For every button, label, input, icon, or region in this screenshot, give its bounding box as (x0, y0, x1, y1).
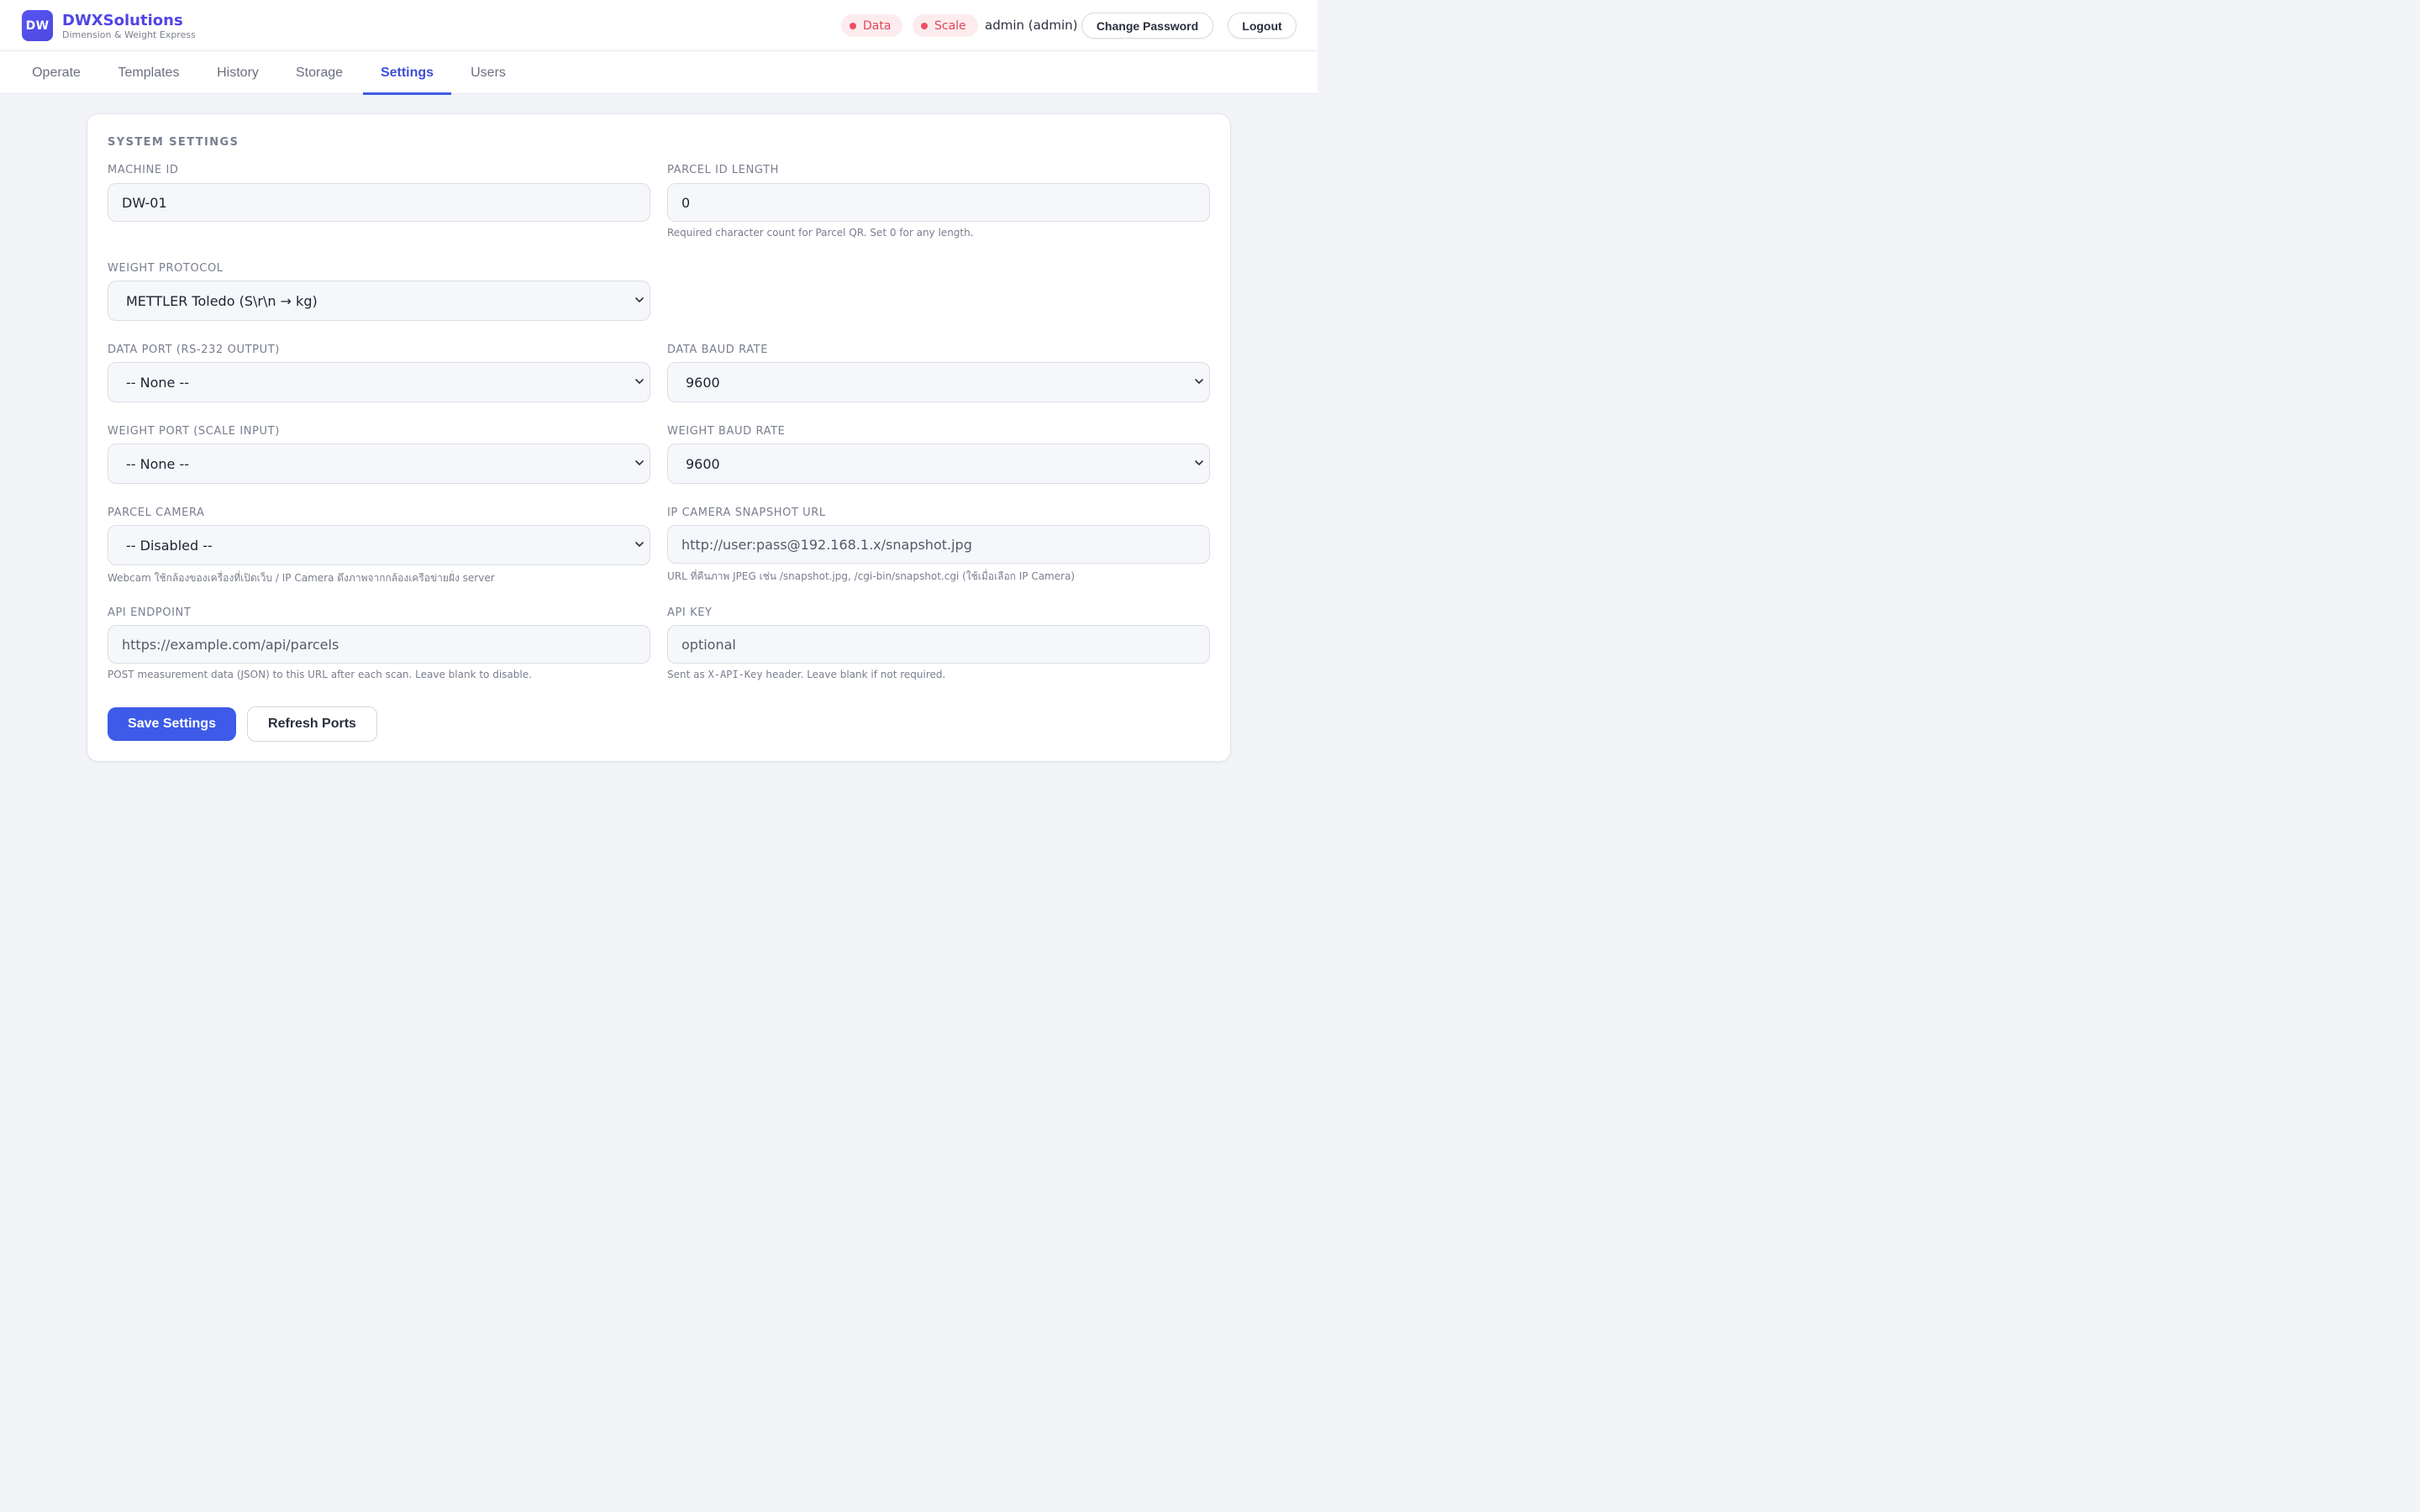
api-endpoint-label: API ENDPOINT (108, 606, 192, 619)
parcel-id-length-input[interactable]: 0 (667, 183, 1210, 222)
system-settings-card: SYSTEM SETTINGS MACHINE ID DW-01 PARCEL … (87, 113, 1231, 762)
chevron-down-icon (635, 379, 644, 384)
current-user: admin (admin) (985, 18, 1078, 33)
status-dot-icon (921, 22, 928, 29)
data-baud-value: 9600 (686, 374, 720, 391)
brand-tagline: Dimension & Weight Express (62, 29, 196, 40)
chevron-down-icon (635, 460, 644, 465)
weight-protocol-value: METTLER Toledo (S\r\n → kg) (126, 292, 318, 309)
data-baud-label: DATA BAUD RATE (667, 344, 769, 356)
machine-id-label: MACHINE ID (108, 164, 179, 176)
tab-storage[interactable]: Storage (284, 51, 355, 94)
change-password-button[interactable]: Change Password (1081, 13, 1213, 39)
api-key-hint-prefix: Sent as (667, 669, 708, 680)
scale-status-badge: Scale (913, 14, 978, 37)
logout-button[interactable]: Logout (1228, 13, 1297, 39)
api-endpoint-placeholder: https://example.com/api/parcels (122, 636, 339, 653)
data-status-label: Data (863, 18, 892, 33)
weight-port-value: -- None -- (126, 455, 190, 472)
parcel-camera-hint: Webcam ใช้กล้องของเครื่องที่เปิดเว็บ / I… (108, 572, 495, 584)
api-key-hint: Sent as X-API-Key header. Leave blank if… (667, 669, 945, 680)
api-key-hint-suffix: header. Leave blank if not required. (762, 669, 946, 680)
tab-settings[interactable]: Settings (363, 51, 451, 95)
tab-templates[interactable]: Templates (106, 51, 192, 94)
api-endpoint-hint: POST measurement data (JSON) to this URL… (108, 669, 532, 680)
parcel-id-length-hint: Required character count for Parcel QR. … (667, 227, 974, 239)
section-title: SYSTEM SETTINGS (108, 136, 239, 149)
parcel-id-length-label: PARCEL ID LENGTH (667, 164, 780, 176)
machine-id-input[interactable]: DW-01 (108, 183, 650, 222)
data-status-badge: Data (841, 14, 903, 37)
nav-tabs: Operate Templates History Storage Settin… (0, 51, 1318, 95)
scale-status-label: Scale (934, 18, 966, 33)
api-key-header-code: X-API-Key (708, 669, 763, 680)
machine-id-value: DW-01 (122, 194, 167, 211)
tab-operate[interactable]: Operate (20, 51, 92, 94)
weight-baud-select[interactable]: 9600 (667, 444, 1210, 484)
chevron-down-icon (1195, 379, 1203, 384)
logo-icon: DW (22, 10, 53, 41)
chevron-down-icon (635, 297, 644, 302)
ip-camera-url-label: IP CAMERA SNAPSHOT URL (667, 507, 826, 519)
weight-protocol-select[interactable]: METTLER Toledo (S\r\n → kg) (108, 281, 650, 321)
weight-port-select[interactable]: -- None -- (108, 444, 650, 484)
brand-name: DWXSolutions (62, 12, 183, 29)
parcel-camera-value: -- Disabled -- (126, 537, 213, 554)
refresh-ports-button[interactable]: Refresh Ports (247, 706, 377, 742)
data-port-value: -- None -- (126, 374, 190, 391)
parcel-id-length-value: 0 (681, 194, 691, 211)
parcel-camera-label: PARCEL CAMERA (108, 507, 205, 519)
weight-port-label: WEIGHT PORT (SCALE INPUT) (108, 425, 280, 438)
api-endpoint-input[interactable]: https://example.com/api/parcels (108, 625, 650, 664)
tab-history[interactable]: History (205, 51, 271, 94)
data-baud-select[interactable]: 9600 (667, 362, 1210, 402)
ip-camera-url-hint: URL ที่คืนภาพ JPEG เช่น /snapshot.jpg, /… (667, 570, 1076, 582)
tab-users[interactable]: Users (460, 51, 517, 94)
ip-camera-url-input[interactable]: http://user:pass@192.168.1.x/snapshot.jp… (667, 525, 1210, 564)
weight-baud-label: WEIGHT BAUD RATE (667, 425, 786, 438)
api-key-input[interactable]: optional (667, 625, 1210, 664)
top-bar: DW DWXSolutions Dimension & Weight Expre… (0, 0, 1318, 51)
chevron-down-icon (635, 542, 644, 547)
ip-camera-url-placeholder: http://user:pass@192.168.1.x/snapshot.jp… (681, 536, 972, 553)
data-port-select[interactable]: -- None -- (108, 362, 650, 402)
weight-baud-value: 9600 (686, 455, 720, 472)
status-dot-icon (850, 22, 856, 29)
chevron-down-icon (1195, 460, 1203, 465)
weight-protocol-label: WEIGHT PROTOCOL (108, 262, 224, 275)
api-key-placeholder: optional (681, 636, 736, 653)
data-port-label: DATA PORT (RS-232 OUTPUT) (108, 344, 280, 356)
save-settings-button[interactable]: Save Settings (108, 707, 236, 741)
parcel-camera-select[interactable]: -- Disabled -- (108, 525, 650, 565)
api-key-label: API KEY (667, 606, 713, 619)
